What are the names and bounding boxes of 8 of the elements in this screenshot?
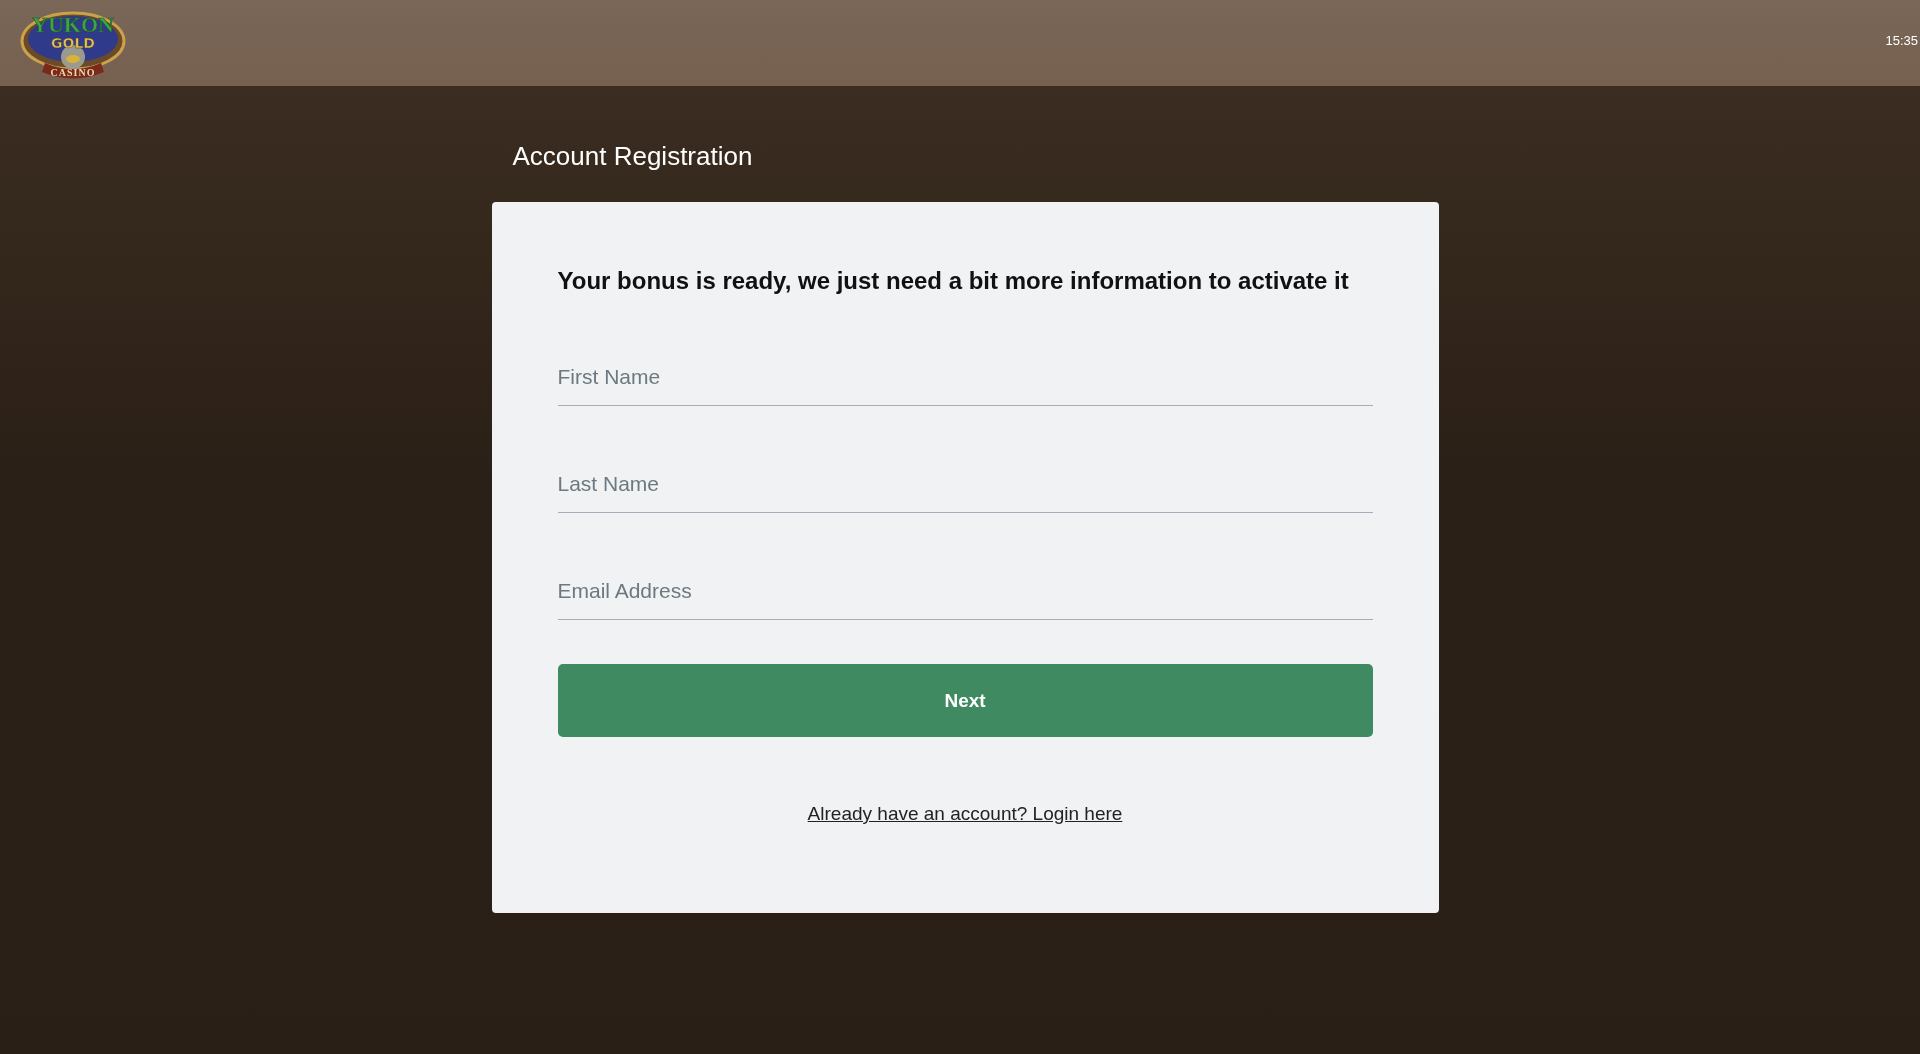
input-field[interactable]: Email Address: [557, 565, 1373, 620]
next-button[interactable]: Next: [557, 664, 1373, 737]
form-heading: Your bonus is ready, we just need a bit more information to activate it: [557, 266, 1350, 296]
login-link[interactable]: Already have an account? Login here: [807, 803, 1123, 825]
input-field[interactable]: First Name: [557, 351, 1373, 406]
page-title: Account Registration: [512, 140, 754, 172]
input-field[interactable]: Last Name: [557, 458, 1373, 513]
clock-time: 15:35: [1885, 32, 1918, 48]
